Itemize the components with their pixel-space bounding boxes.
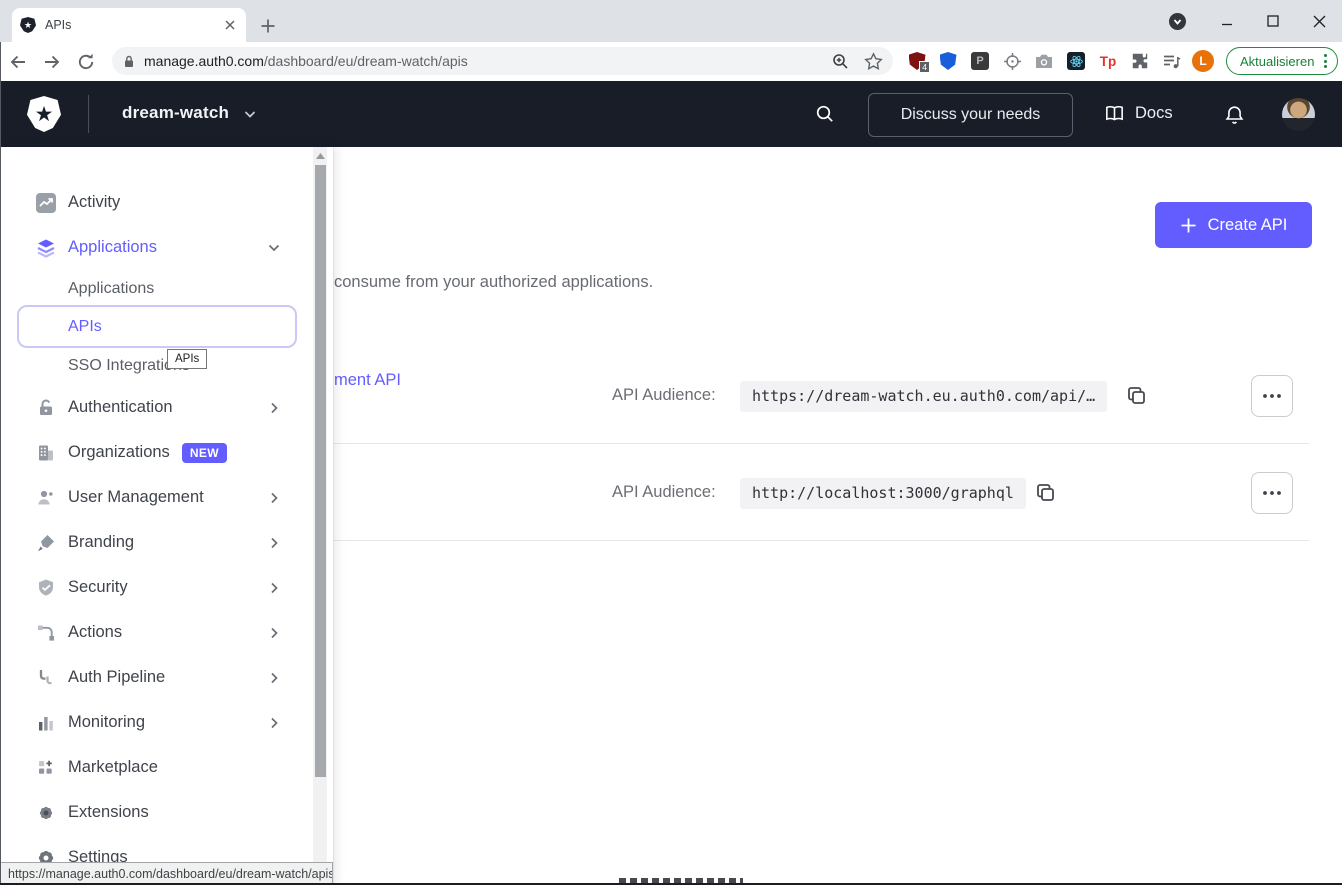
activity-icon (35, 193, 57, 213)
user-avatar[interactable] (1282, 98, 1315, 131)
browser-update-indicator-icon[interactable] (1169, 13, 1186, 30)
chevron-down-icon (266, 240, 282, 256)
organization-building-icon (35, 443, 57, 463)
address-bar[interactable]: manage.auth0.com/dashboard/eu/dream-watc… (112, 47, 893, 75)
plus-icon (1180, 217, 1197, 234)
chevron-right-icon (266, 580, 282, 596)
browser-profile-avatar[interactable]: L (1192, 50, 1214, 72)
lock-icon (122, 54, 136, 69)
scrollbar-up-arrow-icon[interactable] (313, 149, 327, 163)
bar-chart-icon (35, 713, 57, 733)
sidebar-item-actions[interactable]: Actions (0, 610, 300, 655)
pipeline-icon (35, 668, 57, 688)
sidebar-subitem-applications[interactable]: Applications (0, 271, 300, 307)
sidebar-item-marketplace[interactable]: Marketplace (0, 745, 300, 790)
close-tab-icon[interactable] (222, 17, 238, 33)
copy-icon[interactable] (1034, 481, 1057, 504)
ublock-extension-icon[interactable]: 4 (907, 51, 927, 71)
sidebar-item-branding[interactable]: Branding (0, 520, 300, 565)
tenant-name: dream-watch (122, 103, 229, 123)
create-api-button[interactable]: Create API (1155, 202, 1312, 248)
sidebar-item-extensions[interactable]: Extensions (0, 790, 300, 835)
sidebar-item-authentication[interactable]: Authentication (0, 385, 300, 430)
header-divider (88, 95, 89, 133)
row-separator (334, 540, 1309, 541)
tab-title: APIs (45, 18, 222, 32)
chevron-right-icon (266, 490, 282, 506)
bitwarden-extension-icon[interactable] (938, 51, 958, 71)
docs-link[interactable]: Docs (1103, 103, 1173, 124)
chevron-right-icon (266, 715, 282, 731)
reload-icon[interactable] (70, 46, 102, 78)
notifications-bell-icon[interactable] (1221, 102, 1247, 128)
chevron-right-icon (266, 670, 282, 686)
sidebar-nav: Activity Applications Applications APIs … (0, 147, 333, 885)
extensions-gear-icon (35, 803, 57, 823)
new-badge: NEW (182, 443, 227, 463)
book-icon (1103, 103, 1126, 124)
chevron-right-icon (266, 400, 282, 416)
tab-strip: ★ APIs (0, 0, 1342, 42)
react-devtools-extension-icon[interactable] (1066, 51, 1086, 71)
sidebar-item-auth-pipeline[interactable]: Auth Pipeline (0, 655, 300, 700)
extensions-puzzle-icon[interactable] (1130, 51, 1150, 71)
chevron-right-icon (266, 535, 282, 551)
camera-extension-icon[interactable] (1034, 51, 1054, 71)
auth0-favicon: ★ (20, 17, 36, 33)
row-separator (334, 443, 1309, 444)
more-options-icon (1262, 490, 1282, 496)
browser-update-button[interactable]: Aktualisieren (1226, 47, 1338, 75)
window-controls (1169, 0, 1342, 42)
sidebar-item-security[interactable]: Security (0, 565, 300, 610)
api-audience-label: API Audience: (612, 386, 716, 405)
paintbrush-icon (35, 533, 57, 553)
row-menu-button[interactable] (1251, 472, 1293, 514)
page-description: consume from your authorized application… (334, 273, 653, 292)
tampermonkey-extension-icon[interactable]: Tp (1098, 51, 1118, 71)
user-gear-icon (35, 488, 57, 508)
sidebar-item-activity[interactable]: Activity (0, 180, 300, 225)
sidebar-subitem-apis[interactable]: APIs (17, 305, 297, 348)
privacy-extension-icon[interactable]: P (970, 51, 990, 71)
copy-icon[interactable] (1125, 384, 1148, 407)
forward-icon[interactable] (36, 46, 68, 78)
status-bar: https://manage.auth0.com/dashboard/eu/dr… (0, 862, 333, 885)
sidebar-item-organizations[interactable]: Organizations NEW (0, 430, 300, 475)
api-audience-value: http://localhost:3000/graphql (740, 478, 1026, 509)
row-menu-button[interactable] (1251, 375, 1293, 417)
sidebar-item-user-management[interactable]: User Management (0, 475, 300, 520)
api-name-link[interactable]: ment API (334, 371, 401, 390)
browser-tab[interactable]: ★ APIs (12, 8, 246, 42)
api-audience-value: https://dream-watch.eu.auth0.com/api/… (740, 381, 1107, 412)
lock-icon (35, 398, 57, 418)
sidebar-scrollbar-thumb[interactable] (315, 165, 326, 777)
chevron-down-icon (242, 106, 258, 122)
sidebar-item-monitoring[interactable]: Monitoring (0, 700, 300, 745)
back-icon[interactable] (2, 46, 34, 78)
zoom-icon[interactable] (831, 52, 850, 71)
sidebar-item-applications[interactable]: Applications (0, 225, 300, 270)
apis-tooltip: APIs (167, 349, 207, 369)
playlist-extension-icon[interactable] (1161, 51, 1181, 71)
search-icon[interactable] (812, 101, 838, 127)
shield-check-icon (35, 578, 57, 598)
window-edge (0, 42, 1, 885)
close-window-button[interactable] (1296, 6, 1342, 36)
crosshair-extension-icon[interactable] (1002, 51, 1022, 71)
more-options-icon (1262, 393, 1282, 399)
actions-flow-icon (35, 623, 57, 643)
discuss-your-needs-button[interactable]: Discuss your needs (868, 93, 1073, 137)
bookmark-star-icon[interactable] (864, 52, 883, 71)
api-audience-label: API Audience: (612, 483, 716, 502)
applications-layers-icon (35, 238, 57, 258)
minimize-button[interactable] (1204, 6, 1250, 36)
browser-menu-icon[interactable] (1324, 54, 1327, 68)
sidebar-subitem-sso-integrations[interactable]: SSO Integrations (0, 348, 300, 384)
chevron-right-icon (266, 625, 282, 641)
marketplace-grid-icon (35, 758, 57, 778)
tenant-switcher[interactable]: dream-watch (122, 103, 258, 123)
new-tab-icon[interactable] (258, 16, 278, 36)
maximize-button[interactable] (1250, 6, 1296, 36)
url-text: manage.auth0.com/dashboard/eu/dream-watc… (144, 53, 468, 69)
